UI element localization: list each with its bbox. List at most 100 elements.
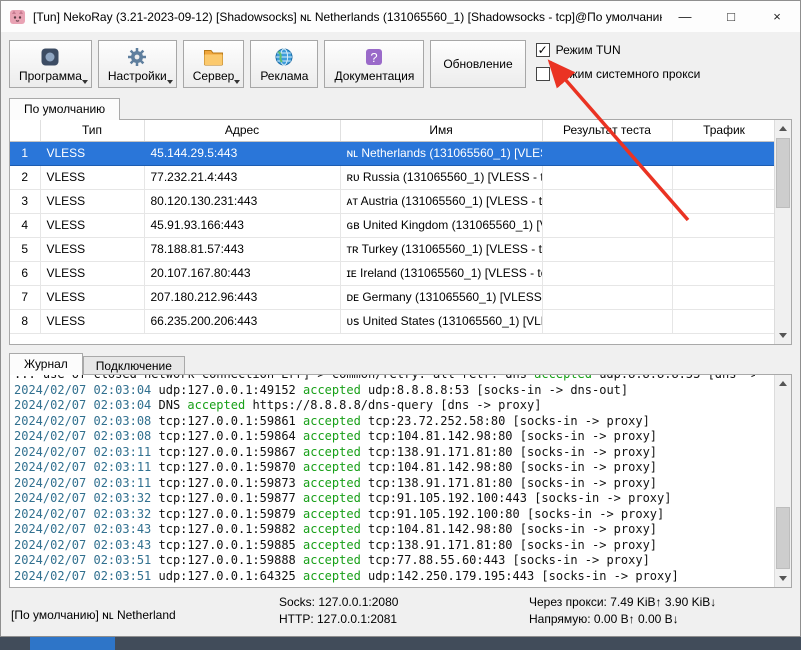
cell-addr: 20.107.167.80:443 (144, 261, 340, 285)
log-line: 2024/02/07 02:03:04 DNS accepted https:/… (14, 398, 755, 414)
window-title: [Tun] NekoRay (3.21-2023-09-12) [Shadows… (33, 10, 662, 24)
log-line: 2024/02/07 02:03:11 tcp:127.0.0.1:59873 … (14, 476, 755, 492)
table-row[interactable]: 2VLESS77.232.21.4:443ʀᴜ Russia (13106556… (10, 165, 776, 189)
toolbar-button-label: Настройки (108, 69, 167, 83)
cell-test (542, 189, 672, 213)
cell-traffic (672, 213, 776, 237)
scrollbar-up-icon[interactable] (775, 120, 791, 137)
settings-icon (127, 46, 147, 67)
tun-mode-checkbox[interactable]: ✓ Режим TUN (536, 43, 701, 57)
cell-num: 1 (10, 141, 40, 165)
toolbar-button-label: Сервер (193, 69, 235, 83)
column-header-address[interactable]: Адрес (144, 120, 340, 141)
status-current-group: [По умолчанию] ɴʟ Netherland (11, 608, 176, 622)
maximize-button[interactable]: □ (708, 1, 754, 32)
globe-icon (274, 46, 294, 67)
question-icon: ? (364, 46, 384, 67)
toolbar-button-label: Документация (334, 69, 414, 83)
close-button[interactable]: × (754, 1, 800, 32)
table-row[interactable]: 7VLESS207.180.212.96:443ᴅᴇ Germany (1310… (10, 285, 776, 309)
tun-mode-label: Режим TUN (556, 43, 621, 57)
tab-default-group[interactable]: По умолчанию (9, 98, 120, 120)
column-header-name[interactable]: Имя (340, 120, 542, 141)
log-line: 2024/02/07 02:03:43 tcp:127.0.0.1:59882 … (14, 522, 755, 538)
cell-num: 7 (10, 285, 40, 309)
cell-test (542, 141, 672, 165)
screen: [Tun] NekoRay (3.21-2023-09-12) [Shadows… (0, 0, 801, 650)
server-button[interactable]: Сервер (183, 40, 245, 88)
column-header-type[interactable]: Тип (40, 120, 144, 141)
log-console[interactable]: ... use of closed network connection Err… (9, 374, 792, 588)
tab-connection[interactable]: Подключение (83, 356, 185, 376)
settings-button[interactable]: Настройки (98, 40, 177, 88)
update-button[interactable]: Обновление (430, 40, 525, 88)
status-ports: Socks: 127.0.0.1:2080 HTTP: 127.0.0.1:20… (279, 594, 398, 628)
cell-name: ᴜꜱ United States (131065560_1) [VLESS ..… (340, 309, 542, 333)
cell-traffic (672, 285, 776, 309)
log-line: 2024/02/07 02:03:51 tcp:127.0.0.1:59888 … (14, 553, 755, 569)
log-scrollbar[interactable] (774, 375, 791, 587)
table-row[interactable]: 8VLESS66.235.200.206:443ᴜꜱ United States… (10, 309, 776, 333)
taskbar-strip (0, 637, 801, 650)
cell-num: 8 (10, 309, 40, 333)
status-proxy-traffic: Через прокси: 7.49 KiB↑ 3.90 KiB↓ (529, 594, 716, 611)
cell-name: ᴀᴛ Austria (131065560_1) [VLESS - tcp] (340, 189, 542, 213)
column-header-test-result[interactable]: Результат теста (542, 120, 672, 141)
log-tabbar: Журнал Подключение (1, 351, 800, 374)
log-line: 2024/02/07 02:03:51 udp:127.0.0.1:64325 … (14, 569, 755, 585)
log-line: 2024/02/07 02:03:43 tcp:127.0.0.1:59885 … (14, 538, 755, 554)
scrollbar-down-icon[interactable] (775, 327, 791, 344)
table-row[interactable]: 5VLESS78.188.81.57:443ᴛʀ Turkey (1310655… (10, 237, 776, 261)
log-line: 2024/02/07 02:03:04 udp:127.0.0.1:49152 … (14, 383, 755, 399)
table-row[interactable]: 4VLESS45.91.93.166:443ɢʙ United Kingdom … (10, 213, 776, 237)
scrollbar-down-icon[interactable] (775, 570, 791, 587)
cell-traffic (672, 141, 776, 165)
statusbar: [По умолчанию] ɴʟ Netherland Socks: 127.… (1, 588, 800, 634)
window-controls: — □ × (662, 1, 800, 32)
cell-type: VLESS (40, 189, 144, 213)
cell-traffic (672, 261, 776, 285)
log-output: ... use of closed network connection Err… (10, 375, 755, 584)
app-window: [Tun] NekoRay (3.21-2023-09-12) [Shadows… (0, 0, 801, 637)
cell-addr: 80.120.130.231:443 (144, 189, 340, 213)
cell-addr: 207.180.212.96:443 (144, 285, 340, 309)
status-socks: Socks: 127.0.0.1:2080 (279, 594, 398, 611)
cell-type: VLESS (40, 213, 144, 237)
toolbar-buttons: Программа Настройки Сервер Реклама? Документ… (9, 40, 526, 88)
program-button[interactable]: Программа (9, 40, 92, 88)
scrollbar-thumb[interactable] (776, 138, 790, 208)
table-row[interactable]: 6VLESS20.107.167.80:443ɪᴇ Ireland (13106… (10, 261, 776, 285)
checkbox-checked-icon: ✓ (536, 43, 550, 57)
group-tabbar: По умолчанию (1, 96, 800, 119)
titlebar[interactable]: [Tun] NekoRay (3.21-2023-09-12) [Shadows… (1, 1, 800, 32)
cell-traffic (672, 237, 776, 261)
dropdown-arrow-icon (167, 80, 173, 84)
toolbar-checkboxes: ✓ Режим TUN Режим системного прокси (536, 40, 701, 81)
scrollbar-thumb[interactable] (776, 507, 790, 569)
cell-addr: 45.144.29.5:443 (144, 141, 340, 165)
taskbar-app-indicator[interactable] (30, 637, 115, 650)
cell-test (542, 165, 672, 189)
documentation-button[interactable]: ? Документация (324, 40, 424, 88)
cell-test (542, 237, 672, 261)
cell-type: VLESS (40, 285, 144, 309)
table-row[interactable]: 1VLESS45.144.29.5:443ɴʟ Netherlands (131… (10, 141, 776, 165)
cell-num: 6 (10, 261, 40, 285)
checkbox-unchecked-icon (536, 67, 550, 81)
cell-name: ᴅᴇ Germany (131065560_1) [VLESS - tcp] (340, 285, 542, 309)
table-scrollbar[interactable] (774, 120, 791, 344)
system-proxy-checkbox[interactable]: Режим системного прокси (536, 67, 701, 81)
scrollbar-up-icon[interactable] (775, 375, 791, 392)
cell-test (542, 261, 672, 285)
column-header-traffic[interactable]: Трафик (672, 120, 776, 141)
toolbar-button-label: Обновление (443, 57, 512, 71)
cell-traffic (672, 189, 776, 213)
tab-log[interactable]: Журнал (9, 353, 83, 375)
system-proxy-label: Режим системного прокси (556, 67, 701, 81)
ads-button[interactable]: Реклама (250, 40, 318, 88)
cell-name: ɪᴇ Ireland (131065560_1) [VLESS - tcp] (340, 261, 542, 285)
corner-header (10, 120, 40, 141)
table-row[interactable]: 3VLESS80.120.130.231:443ᴀᴛ Austria (1310… (10, 189, 776, 213)
minimize-button[interactable]: — (662, 1, 708, 32)
app-icon (9, 8, 26, 25)
